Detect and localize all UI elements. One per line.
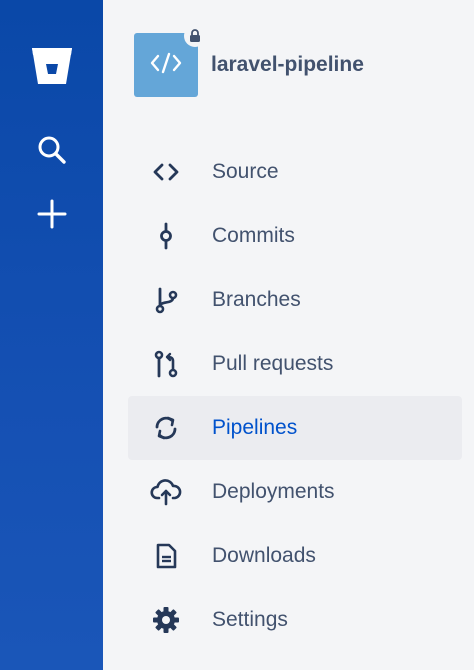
nav-item-branches[interactable]: Branches (128, 268, 462, 332)
nav-label-commits: Commits (212, 224, 295, 247)
downloads-icon (148, 538, 184, 574)
nav-item-settings[interactable]: Settings (128, 588, 462, 652)
settings-icon (148, 602, 184, 638)
commits-icon (148, 218, 184, 254)
nav-label-deployments: Deployments (212, 480, 335, 503)
deployments-icon (148, 474, 184, 510)
nav-label-pull-requests: Pull requests (212, 352, 334, 375)
nav-label-downloads: Downloads (212, 544, 316, 567)
source-icon (148, 154, 184, 190)
search-icon[interactable] (0, 128, 103, 172)
nav-item-deployments[interactable]: Deployments (128, 460, 462, 524)
nav-label-settings: Settings (212, 608, 288, 631)
branches-icon (148, 282, 184, 318)
nav-label-branches: Branches (212, 288, 301, 311)
create-icon[interactable] (0, 192, 103, 236)
repository-header[interactable]: laravel-pipeline (134, 25, 364, 97)
repository-avatar[interactable] (134, 25, 206, 97)
pipelines-icon (148, 410, 184, 446)
nav-item-source[interactable]: Source (128, 140, 462, 204)
nav-item-commits[interactable]: Commits (128, 204, 462, 268)
code-icon (149, 51, 183, 80)
nav-item-downloads[interactable]: Downloads (128, 524, 462, 588)
lock-icon (184, 25, 206, 47)
global-sidebar (0, 0, 103, 670)
nav-item-pull-requests[interactable]: Pull requests (128, 332, 462, 396)
repository-sidebar: laravel-pipeline Source Commits Branches… (103, 0, 474, 670)
repository-name[interactable]: laravel-pipeline (211, 53, 364, 77)
pull-requests-icon (148, 346, 184, 382)
repository-nav: Source Commits Branches Pull requests Pi… (128, 140, 462, 652)
bitbucket-logo-icon[interactable] (0, 40, 103, 92)
nav-label-pipelines: Pipelines (212, 416, 298, 439)
nav-label-source: Source (212, 160, 279, 183)
nav-item-pipelines[interactable]: Pipelines (128, 396, 462, 460)
